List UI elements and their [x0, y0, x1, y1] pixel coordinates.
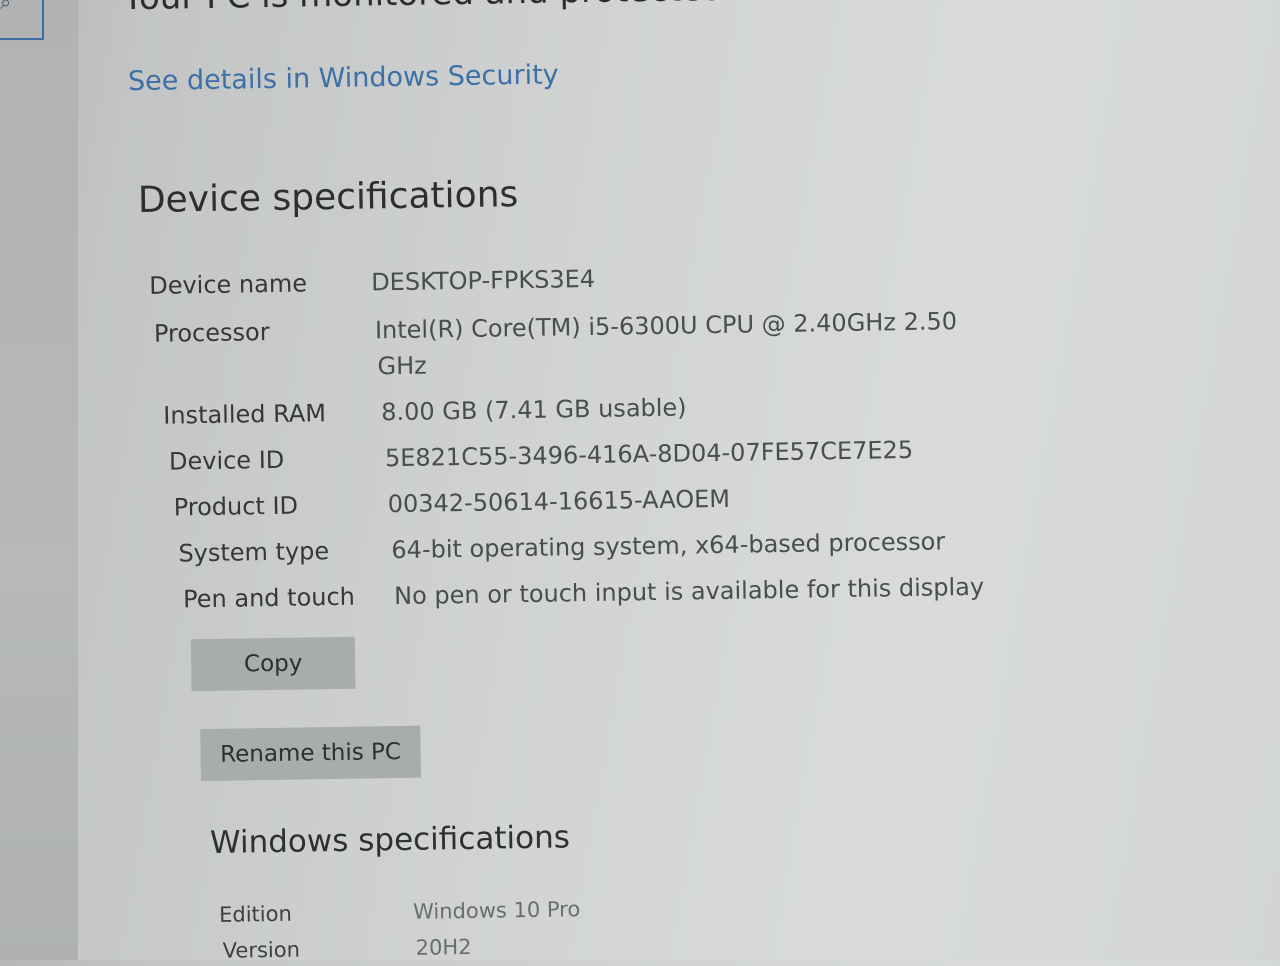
protection-status-text: Your PC is monitored and protected. [122, 0, 735, 18]
installed-ram-value: 8.00 GB (7.41 GB usable) [381, 393, 687, 427]
device-id-value: 5E821C55-3496-416A-8D04-07FE57CE7E25 [384, 435, 914, 473]
windows-specs-title: Windows specifications [209, 819, 571, 861]
edition-label: Edition [218, 901, 292, 927]
processor-label: Processor [153, 317, 270, 348]
version-label: Version [222, 937, 301, 963]
device-specs-title: Device specifications [137, 174, 519, 222]
edition-value: Windows 10 Pro [412, 897, 581, 924]
processor-value: Intel(R) Core(TM) i5-6300U CPU @ 2.40GHz… [374, 307, 958, 345]
device-id-label: Device ID [168, 445, 285, 476]
system-type-label: System type [178, 537, 330, 568]
system-type-value: 64-bit operating system, x64-based proce… [391, 527, 946, 565]
rename-pc-button-label: Rename this PC [219, 738, 402, 768]
pen-touch-value: No pen or touch input is available for t… [393, 572, 985, 611]
processor-value-line2: GHz [377, 351, 427, 381]
about-page: Your PC is monitored and protected. See … [0, 0, 1280, 963]
windows-security-link[interactable]: See details in Windows Security [128, 59, 559, 97]
version-value: 20H2 [415, 934, 472, 960]
device-name-label: Device name [149, 269, 308, 300]
product-id-value: 00342-50614-16615-AAOEM [387, 484, 731, 519]
copy-button-label: Copy [243, 650, 303, 678]
copy-button[interactable]: Copy [190, 636, 356, 692]
pen-touch-label: Pen and touch [182, 582, 356, 614]
device-name-value: DESKTOP-FPKS3E4 [370, 264, 596, 297]
product-id-label: Product ID [173, 491, 299, 522]
rename-pc-button[interactable]: Rename this PC [200, 725, 421, 782]
installed-ram-label: Installed RAM [163, 399, 327, 430]
